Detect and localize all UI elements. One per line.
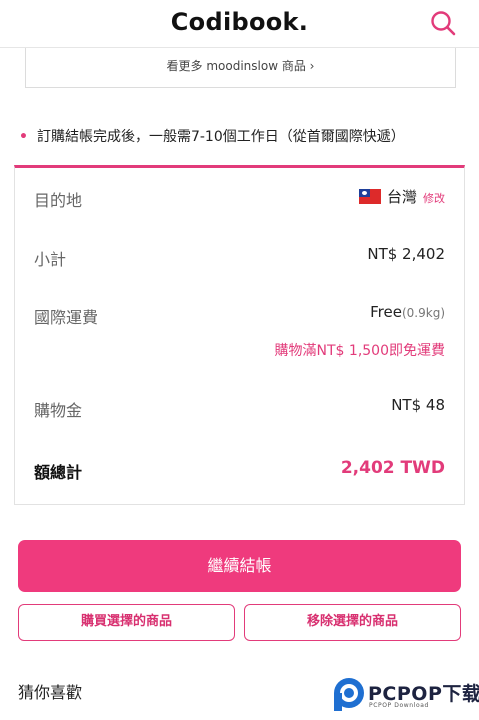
- shipping-label: 國際運費: [34, 308, 99, 327]
- pcpop-watermark: PCPOP下载 PCPOP Download: [332, 676, 479, 716]
- subtotal-label: 小計: [34, 250, 67, 269]
- checkout-button[interactable]: 繼續結帳: [18, 540, 461, 592]
- order-summary: 目的地 台灣 修改 小計 NT$ 2,402 國際運費 Free(0.9kg) 購…: [14, 165, 465, 505]
- destination-label: 目的地: [34, 191, 83, 210]
- credit-label: 購物金: [34, 401, 83, 420]
- destination-country: 台灣: [386, 188, 417, 206]
- watermark-sub: PCPOP Download: [369, 702, 429, 709]
- shipping-value: Free(0.9kg): [370, 303, 445, 321]
- recommend-heading: 猜你喜歡: [18, 683, 83, 702]
- total-value: 2,402 TWD: [340, 458, 445, 478]
- shipping-cost: Free: [370, 303, 402, 321]
- pcpop-logo-icon: [334, 678, 364, 711]
- delivery-notice: • 訂購結帳完成後，一般需7-10個工作日（從首爾國際快遞）: [19, 126, 405, 146]
- credit-value: NT$ 48: [391, 396, 445, 414]
- total-label: 額總計: [34, 463, 83, 482]
- destination-value: 台灣 修改: [358, 186, 445, 207]
- app-logo[interactable]: Codibook.: [0, 8, 479, 36]
- search-icon[interactable]: [429, 9, 457, 37]
- remove-selected-button[interactable]: 移除選擇的商品: [244, 604, 461, 641]
- shipping-weight: (0.9kg): [401, 306, 445, 320]
- taiwan-flag-icon: [358, 189, 381, 204]
- edit-destination-link[interactable]: 修改: [423, 192, 445, 205]
- more-products-link[interactable]: 看更多 moodinslow 商品 ›: [25, 48, 456, 88]
- free-shipping-note: 購物滿NT$ 1,500即免運費: [274, 343, 445, 359]
- notice-bullet: •: [19, 129, 28, 145]
- notice-text: 訂購結帳完成後，一般需7-10個工作日（從首爾國際快遞）: [36, 129, 405, 145]
- subtotal-value: NT$ 2,402: [367, 245, 445, 263]
- buy-selected-button[interactable]: 購買選擇的商品: [18, 604, 235, 641]
- top-header: Codibook.: [0, 0, 479, 48]
